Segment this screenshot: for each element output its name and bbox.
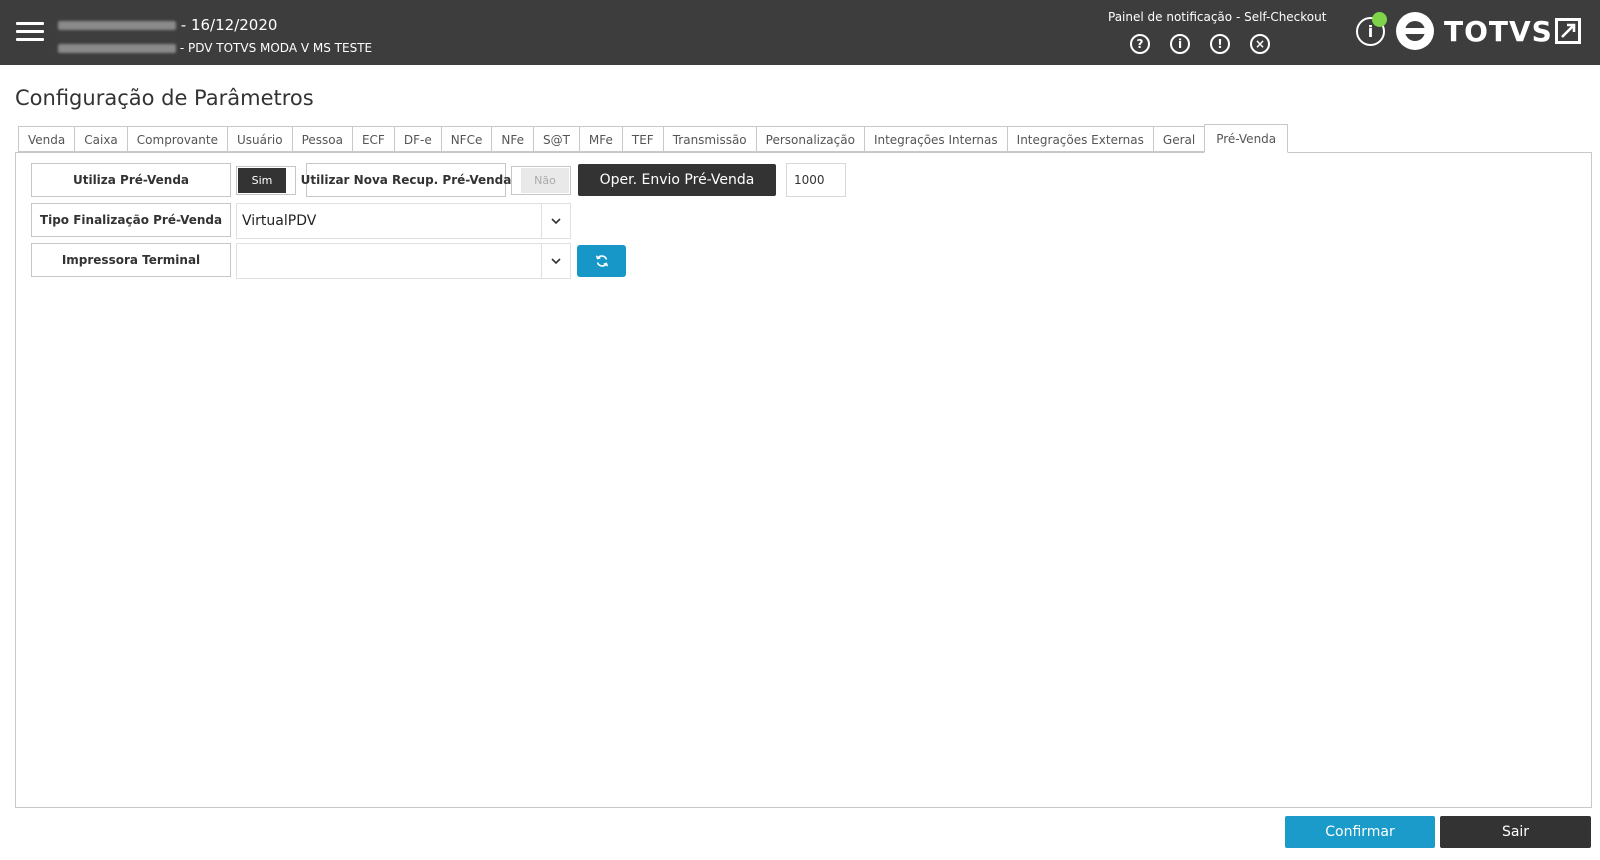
toggle-utiliza-pre-venda[interactable]: Sim — [236, 166, 296, 195]
external-window-icon[interactable] — [1555, 18, 1581, 44]
impressora-terminal-select[interactable] — [236, 243, 571, 279]
tab-pre-venda[interactable]: Pré-Venda — [1204, 124, 1289, 153]
toggle-on-label: Sim — [238, 168, 286, 193]
tab-mfe[interactable]: MFe — [578, 126, 622, 152]
tab-dfe[interactable]: DF-e — [393, 126, 441, 152]
top-bar: - 16/12/2020 - PDV TOTVS MODA V MS TESTE… — [0, 0, 1600, 65]
alert-icon[interactable]: ! — [1210, 34, 1230, 54]
help-icon[interactable]: ? — [1130, 34, 1150, 54]
tab-comprovante[interactable]: Comprovante — [126, 126, 227, 152]
tab-nfce[interactable]: NFCe — [440, 126, 492, 152]
toggle-off-label: Não — [521, 168, 569, 193]
header-terminal: - PDV TOTVS MODA V MS TESTE — [179, 41, 373, 55]
tab-integracoes-internas[interactable]: Integrações Internas — [863, 126, 1007, 152]
label-utiliza-pre-venda: Utiliza Pré-Venda — [31, 163, 231, 197]
tab-venda[interactable]: Venda — [18, 126, 75, 152]
tab-sat[interactable]: S@T — [532, 126, 579, 152]
label-tipo-finalizacao: Tipo Finalização Pré-Venda — [31, 203, 231, 237]
chevron-down-icon[interactable] — [541, 244, 570, 278]
exit-button[interactable]: Sair — [1440, 816, 1591, 848]
tab-geral[interactable]: Geral — [1152, 126, 1205, 152]
confirm-button[interactable]: Confirmar — [1285, 816, 1435, 848]
notification-icons: ? i ! × — [1130, 34, 1270, 54]
redacted-terminal-id — [58, 44, 176, 53]
label-impressora-terminal: Impressora Terminal — [31, 243, 231, 277]
store-date-line: - 16/12/2020 — [58, 16, 277, 34]
menu-icon[interactable] — [16, 22, 44, 42]
tipo-finalizacao-select[interactable]: VirtualPDV — [236, 203, 571, 239]
oper-envio-pre-venda-input[interactable]: 1000 — [786, 163, 846, 197]
tab-personalizacao[interactable]: Personalização — [755, 126, 864, 152]
tab-nfe[interactable]: NFe — [491, 126, 533, 152]
info-icon[interactable]: i — [1170, 34, 1190, 54]
close-circle-icon[interactable]: × — [1250, 34, 1270, 54]
tab-tef[interactable]: TEF — [621, 126, 663, 152]
page-title: Configuração de Parâmetros — [15, 86, 314, 110]
tab-usuario[interactable]: Usuário — [226, 126, 292, 152]
refresh-printers-button[interactable] — [577, 245, 626, 277]
settings-tabs: Venda Caixa Comprovante Usuário Pessoa E… — [18, 124, 1289, 153]
oper-envio-pre-venda-button[interactable]: Oper. Envio Pré-Venda — [578, 164, 776, 196]
terminal-line: - PDV TOTVS MODA V MS TESTE — [58, 41, 372, 55]
redacted-store-name — [58, 21, 176, 30]
tab-transmissao[interactable]: Transmissão — [662, 126, 756, 152]
tab-integracoes-externas[interactable]: Integrações Externas — [1006, 126, 1153, 152]
chevron-down-icon[interactable] — [541, 204, 570, 238]
totvs-mark-icon — [1396, 12, 1434, 50]
notification-panel-title: Painel de notificação - Self-Checkout — [1108, 10, 1327, 24]
tab-pessoa[interactable]: Pessoa — [291, 126, 352, 152]
online-status-dot — [1372, 12, 1387, 27]
header-date: - 16/12/2020 — [180, 16, 278, 34]
totvs-logo: TOTVS — [1396, 12, 1553, 50]
tab-caixa[interactable]: Caixa — [74, 126, 127, 152]
tab-ecf[interactable]: ECF — [351, 126, 394, 152]
toggle-nova-recup-pre-venda[interactable]: Não — [511, 166, 571, 195]
refresh-icon — [595, 255, 608, 267]
tipo-finalizacao-value: VirtualPDV — [242, 213, 317, 229]
brand-name: TOTVS — [1444, 14, 1553, 48]
label-nova-recup-pre-venda: Utilizar Nova Recup. Pré-Venda — [301, 163, 511, 197]
